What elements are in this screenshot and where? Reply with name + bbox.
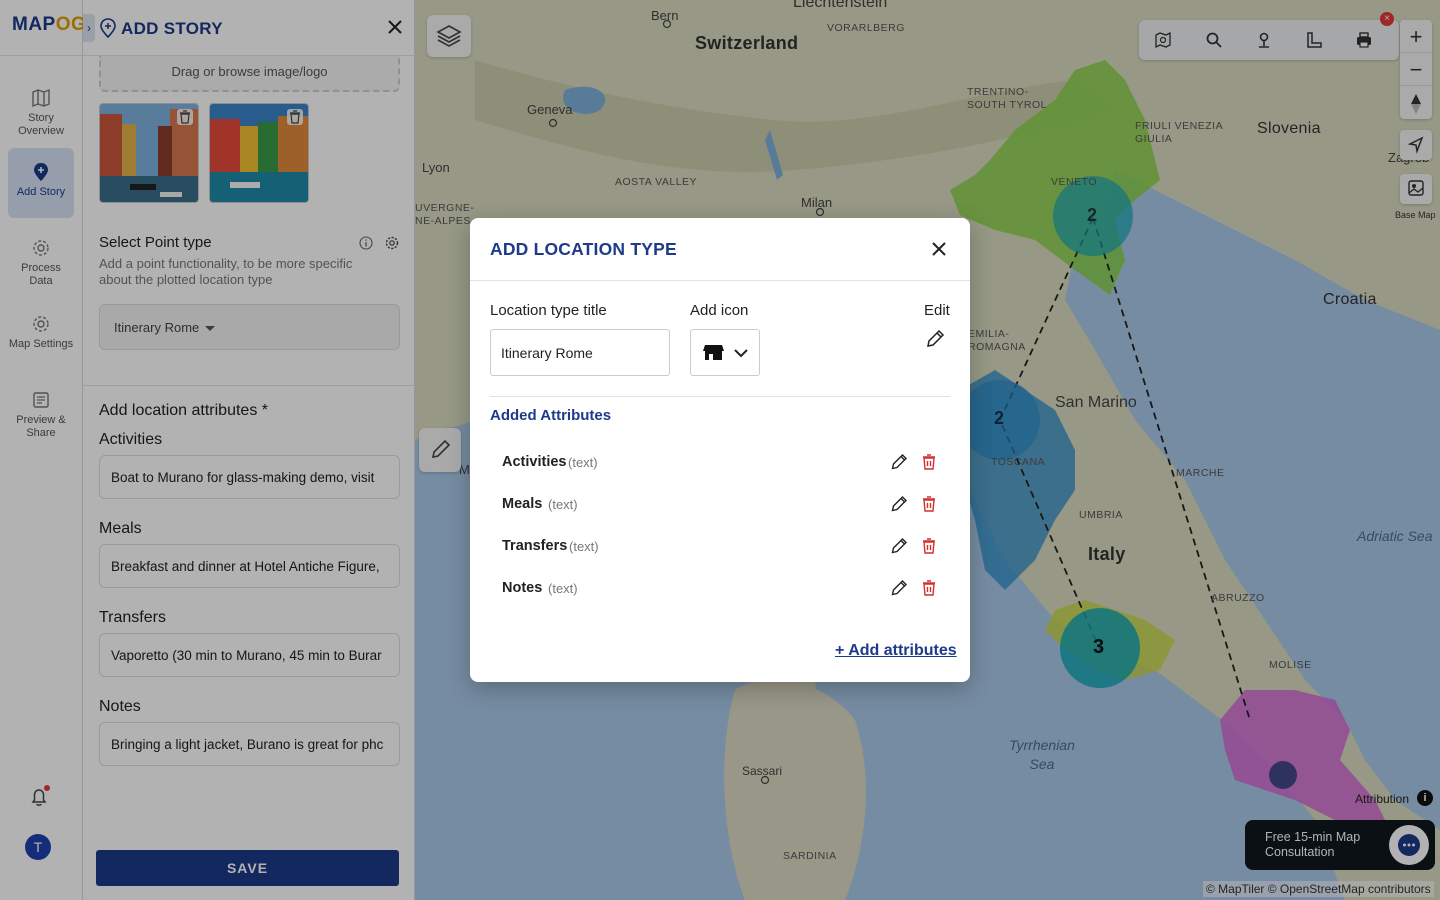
pencil-icon[interactable] — [890, 453, 908, 471]
location-type-title-input[interactable]: Itinerary Rome — [490, 329, 670, 376]
trash-icon[interactable] — [920, 495, 938, 513]
trash-icon[interactable] — [920, 453, 938, 471]
attribute-type: (text) — [548, 497, 578, 512]
add-icon-label: Add icon — [690, 302, 749, 319]
dialog-title: ADD LOCATION TYPE — [490, 239, 677, 259]
dialog-divider — [470, 280, 970, 281]
pencil-icon[interactable] — [890, 495, 908, 513]
location-type-title-label: Location type title — [490, 302, 607, 319]
attribute-row: Transfers (text) — [502, 534, 942, 558]
attribute-type: (text) — [548, 581, 578, 596]
attribute-name: Transfers — [502, 538, 568, 554]
close-icon[interactable] — [930, 240, 948, 258]
attribute-name: Notes — [502, 580, 543, 596]
dialog-divider — [490, 396, 950, 397]
attribute-row: Activities (text) — [502, 450, 942, 474]
pencil-icon[interactable] — [890, 579, 908, 597]
added-attributes-title: Added Attributes — [490, 407, 612, 424]
attribute-row: Notes (text) — [502, 576, 942, 600]
attribute-type: (text) — [569, 539, 599, 554]
trash-icon[interactable] — [920, 537, 938, 555]
attribute-name: Meals — [502, 496, 543, 512]
attribute-name: Activities — [502, 454, 567, 470]
add-location-type-dialog: ADD LOCATION TYPE Location type title Ad… — [470, 218, 970, 682]
pencil-icon[interactable] — [890, 537, 908, 555]
store-icon — [703, 345, 748, 360]
edit-label: Edit — [924, 302, 950, 319]
attribute-type: (text) — [568, 455, 598, 470]
icon-picker-select[interactable] — [690, 329, 760, 376]
pencil-icon[interactable] — [925, 329, 945, 349]
attribute-row: Meals (text) — [502, 492, 942, 516]
add-attributes-link[interactable]: + Add attributes — [835, 642, 957, 660]
trash-icon[interactable] — [920, 579, 938, 597]
